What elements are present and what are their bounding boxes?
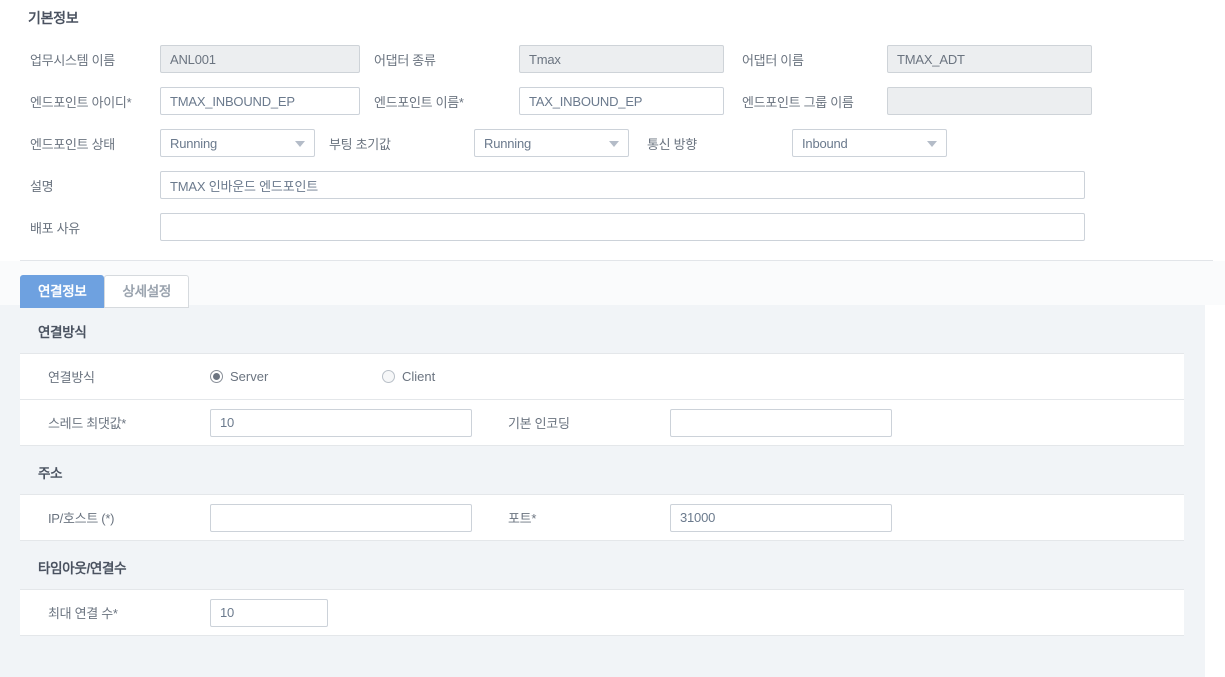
- default-encoding-label: 기본 인코딩: [472, 413, 670, 432]
- direction-value: Inbound: [802, 136, 848, 151]
- address-group-title: 주소: [0, 446, 1205, 494]
- endpoint-state-label: 엔드포인트 상태: [0, 134, 160, 153]
- default-encoding-cell: 기본 인코딩: [472, 409, 892, 437]
- tab-detail-settings[interactable]: 상세설정: [104, 275, 188, 308]
- endpoint-name-label: 엔드포인트 이름*: [360, 92, 519, 111]
- deploy-reason-input[interactable]: [160, 213, 1085, 241]
- endpoint-id-label: 엔드포인트 아이디*: [0, 92, 160, 111]
- endpoint-state-select[interactable]: Running: [160, 129, 315, 157]
- row-max-connections: 최대 연결 수*: [20, 590, 1184, 636]
- radio-server-icon: [210, 370, 223, 383]
- direction-label: 통신 방향: [629, 134, 792, 153]
- radio-client-icon: [382, 370, 395, 383]
- field-adapter-type: 어댑터 종류: [360, 45, 724, 73]
- endpoint-group-input[interactable]: [887, 87, 1092, 115]
- chevron-down-icon: [609, 141, 619, 147]
- direction-select[interactable]: Inbound: [792, 129, 947, 157]
- form-row-4: 설명: [0, 164, 1213, 206]
- chevron-down-icon: [927, 141, 937, 147]
- timeout-rows: 최대 연결 수*: [20, 589, 1184, 636]
- field-description: 설명: [0, 171, 1085, 199]
- boot-initial-label: 부팅 초기값: [315, 134, 474, 153]
- max-connections-cell: 최대 연결 수*: [20, 599, 328, 627]
- connection-method-cell: 연결방식: [20, 367, 210, 386]
- endpoint-id-input[interactable]: [160, 87, 360, 115]
- port-cell: 포트*: [472, 504, 892, 532]
- field-deploy-reason: 배포 사유: [0, 213, 1085, 241]
- basic-info-section: 기본정보 업무시스템 이름 어댑터 종류 어댑터 이름 엔드포인트 아이디* 엔: [0, 0, 1225, 248]
- radio-client-label: Client: [402, 369, 435, 384]
- basic-info-grid: 업무시스템 이름 어댑터 종류 어댑터 이름 엔드포인트 아이디* 엔드포인트 …: [0, 38, 1225, 248]
- thread-max-cell: 스레드 최댓값*: [20, 409, 472, 437]
- thread-max-label: 스레드 최댓값*: [20, 413, 210, 432]
- field-system-name: 업무시스템 이름: [0, 45, 360, 73]
- connection-method-group-title: 연결방식: [0, 305, 1205, 353]
- field-adapter-name: 어댑터 이름: [724, 45, 1092, 73]
- adapter-type-input[interactable]: [519, 45, 724, 73]
- row-connection-method: 연결방식 Server Client: [20, 354, 1184, 400]
- endpoint-name-input[interactable]: [519, 87, 724, 115]
- timeout-group-title: 타임아웃/연결수: [0, 541, 1205, 589]
- form-row-3: 엔드포인트 상태 Running 부팅 초기값 Running 통신 방향 In…: [0, 122, 1213, 164]
- row-host-port: IP/호스트 (*) 포트*: [20, 495, 1184, 541]
- connection-panel: 연결방식 연결방식 Server Client 스레드 최댓값* 기본 인코딩: [0, 305, 1205, 677]
- adapter-name-input[interactable]: [887, 45, 1092, 73]
- description-label: 설명: [0, 176, 160, 195]
- system-name-label: 업무시스템 이름: [0, 50, 160, 69]
- radio-server[interactable]: Server: [210, 369, 382, 384]
- adapter-name-label: 어댑터 이름: [724, 50, 887, 69]
- field-endpoint-group: 엔드포인트 그룹 이름: [724, 87, 1092, 115]
- thread-max-input[interactable]: [210, 409, 472, 437]
- default-encoding-input[interactable]: [670, 409, 892, 437]
- radio-server-label: Server: [230, 369, 268, 384]
- tab-strip: 연결정보상세설정: [0, 261, 1225, 305]
- address-rows: IP/호스트 (*) 포트*: [20, 494, 1184, 541]
- host-cell: IP/호스트 (*): [20, 504, 472, 532]
- max-connections-label: 최대 연결 수*: [20, 603, 210, 622]
- form-row-2: 엔드포인트 아이디* 엔드포인트 이름* 엔드포인트 그룹 이름: [0, 80, 1213, 122]
- system-name-input[interactable]: [160, 45, 360, 73]
- host-label: IP/호스트 (*): [20, 508, 210, 527]
- connection-method-label: 연결방식: [20, 367, 210, 386]
- boot-initial-value: Running: [484, 136, 531, 151]
- deploy-reason-label: 배포 사유: [0, 218, 160, 237]
- chevron-down-icon: [295, 141, 305, 147]
- description-input[interactable]: [160, 171, 1085, 199]
- host-input[interactable]: [210, 504, 472, 532]
- field-direction: 통신 방향 Inbound: [629, 129, 947, 157]
- field-boot-initial: 부팅 초기값 Running: [315, 129, 629, 157]
- boot-initial-select[interactable]: Running: [474, 129, 629, 157]
- max-connections-input[interactable]: [210, 599, 328, 627]
- connection-method-rows: 연결방식 Server Client 스레드 최댓값* 기본 인코딩: [20, 353, 1184, 446]
- radio-client[interactable]: Client: [382, 369, 554, 384]
- row-thread-encoding: 스레드 최댓값* 기본 인코딩: [20, 400, 1184, 446]
- endpoint-state-value: Running: [170, 136, 217, 151]
- basic-info-title: 기본정보: [0, 0, 1225, 38]
- form-row-5: 배포 사유: [0, 206, 1213, 248]
- endpoint-group-label: 엔드포인트 그룹 이름: [724, 92, 887, 111]
- field-endpoint-id: 엔드포인트 아이디*: [0, 87, 360, 115]
- tab-connection-info[interactable]: 연결정보: [20, 275, 104, 308]
- adapter-type-label: 어댑터 종류: [360, 50, 519, 69]
- port-input[interactable]: [670, 504, 892, 532]
- field-endpoint-name: 엔드포인트 이름*: [360, 87, 724, 115]
- field-endpoint-state: 엔드포인트 상태 Running: [0, 129, 315, 157]
- port-label: 포트*: [472, 508, 670, 527]
- form-row-1: 업무시스템 이름 어댑터 종류 어댑터 이름: [0, 38, 1213, 80]
